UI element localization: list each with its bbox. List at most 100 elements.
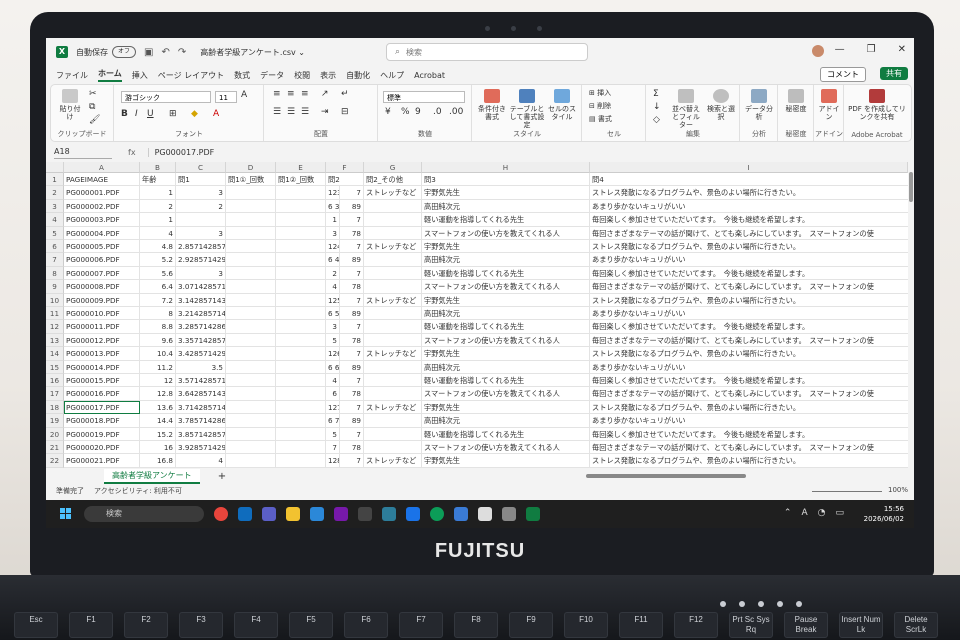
table-cell[interactable]: 3.928571429 — [176, 441, 226, 455]
tab-page-layout[interactable]: ページ レイアウト — [158, 70, 224, 81]
row-number[interactable]: 3 — [46, 199, 64, 214]
row-number[interactable]: 7 — [46, 253, 64, 267]
file-explorer-icon[interactable] — [286, 507, 300, 521]
table-cell[interactable]: 宇野気先生 — [422, 400, 590, 415]
app2-icon[interactable] — [406, 507, 420, 521]
table-cell[interactable]: 78 — [340, 280, 364, 294]
table-cell[interactable] — [276, 213, 326, 227]
table-cell[interactable]: 毎回さまざまなテーマの話が聞けて、とても楽しみにしています。 スマートフォンの使 — [590, 280, 908, 294]
merge-icon[interactable]: ⊟ — [341, 107, 349, 117]
row-number[interactable]: 14 — [46, 347, 64, 361]
table-cell[interactable]: あまり歩かないキュリがいい — [590, 253, 908, 267]
table-cell[interactable] — [226, 199, 276, 214]
table-cell[interactable]: あまり歩かないキュリがいい — [590, 361, 908, 374]
table-cell[interactable]: 3 — [176, 186, 226, 200]
table-cell[interactable]: 1 — [140, 213, 176, 227]
table-cell[interactable] — [276, 280, 326, 294]
column-header-c[interactable]: C — [176, 162, 226, 173]
table-cell[interactable]: 8 — [140, 307, 176, 321]
table-cell[interactable]: 6 — [326, 387, 340, 401]
row-number[interactable]: 16 — [46, 374, 64, 388]
table-cell[interactable]: 毎回楽しく参加させていただいてます。 今後も継続を希望します。 — [590, 213, 908, 227]
table-cell[interactable] — [226, 240, 276, 254]
add-sheet-button[interactable]: + — [218, 471, 226, 482]
table-cell[interactable]: PG000012.PDF — [64, 333, 140, 348]
table-cell[interactable] — [364, 414, 422, 428]
tab-home[interactable]: ホーム — [98, 68, 122, 82]
table-cell[interactable]: 毎回さまざまなテーマの話が聞けて、とても楽しみにしています。 スマートフォンの使 — [590, 387, 908, 401]
table-cell[interactable] — [364, 266, 422, 281]
table-cell[interactable]: ストレス発散になるプログラムや、景色のよい場所に行きたい。 — [590, 347, 908, 361]
table-cell[interactable]: 年齢 — [140, 173, 176, 187]
table-cell[interactable] — [276, 441, 326, 455]
battery-icon[interactable]: ▭ — [835, 508, 844, 518]
column-header-e[interactable]: E — [276, 162, 326, 173]
clock[interactable]: 15:56 2026/06/02 — [864, 504, 904, 524]
table-cell[interactable]: 宇野気先生 — [422, 293, 590, 307]
table-cell[interactable]: 7 — [326, 441, 340, 455]
app4-icon[interactable] — [502, 507, 516, 521]
tab-view[interactable]: 表示 — [320, 70, 336, 81]
tab-insert[interactable]: 挿入 — [132, 70, 148, 81]
increase-decimal-icon[interactable]: .0 — [433, 107, 442, 117]
table-cell[interactable] — [226, 293, 276, 307]
table-cell[interactable]: 7 — [340, 320, 364, 334]
table-cell[interactable]: 14.4 — [140, 414, 176, 428]
sheet-tab[interactable]: 高齢者学級アンケート — [104, 468, 200, 484]
row-number[interactable]: 19 — [46, 414, 64, 428]
table-cell[interactable] — [226, 226, 276, 240]
table-cell[interactable]: PG000011.PDF — [64, 320, 140, 334]
table-cell[interactable]: ストレス発散になるプログラムや、景色のよい場所に行きたい。 — [590, 186, 908, 200]
row-number[interactable]: 5 — [46, 226, 64, 240]
table-cell[interactable]: PAGEIMAGE — [64, 173, 140, 187]
ime-icon[interactable]: A — [801, 508, 807, 518]
table-cell[interactable]: スマートフォンの使い方を教えてくれる人 — [422, 387, 590, 401]
table-cell[interactable]: 3.071428571 — [176, 280, 226, 294]
table-cell[interactable] — [226, 454, 276, 468]
select-all-corner[interactable] — [46, 162, 64, 173]
table-cell[interactable] — [276, 186, 326, 200]
row-number[interactable]: 11 — [46, 307, 64, 321]
table-cell[interactable] — [226, 213, 276, 227]
align-left-icon[interactable]: ☰ — [273, 107, 281, 117]
font-name-select[interactable]: 游ゴシック — [121, 91, 211, 103]
table-cell[interactable] — [364, 280, 422, 294]
table-cell[interactable]: 軽い運動を指導してくれる先生 — [422, 374, 590, 388]
table-cell[interactable]: 6 3 — [326, 199, 340, 214]
table-cell[interactable]: PG000005.PDF — [64, 240, 140, 254]
table-cell[interactable]: 問4 — [590, 173, 908, 187]
table-cell[interactable]: 宇野気先生 — [422, 454, 590, 468]
align-middle-icon[interactable]: ≡ — [287, 89, 295, 99]
teams-icon[interactable] — [262, 507, 276, 521]
table-cell[interactable]: 7 — [340, 293, 364, 307]
cut-icon[interactable]: ✂ — [89, 89, 97, 99]
table-cell[interactable]: ストレッチなど — [364, 347, 422, 361]
row-number[interactable]: 22 — [46, 454, 64, 468]
table-cell[interactable]: あまり歩かないキュリがいい — [590, 414, 908, 428]
table-cell[interactable]: 3.857142857 — [176, 427, 226, 441]
font-size-select[interactable]: 11 — [215, 91, 237, 103]
table-cell[interactable] — [364, 387, 422, 401]
row-number[interactable]: 21 — [46, 441, 64, 455]
autosave-toggle[interactable]: オフ — [112, 46, 136, 58]
table-cell[interactable] — [276, 374, 326, 388]
table-cell[interactable]: PG000009.PDF — [64, 293, 140, 307]
table-cell[interactable] — [364, 307, 422, 321]
table-cell[interactable]: 7 — [340, 213, 364, 227]
store-icon[interactable] — [358, 507, 372, 521]
table-cell[interactable]: 6.4 — [140, 280, 176, 294]
table-cell[interactable]: 126 — [326, 347, 340, 361]
search-box[interactable]: ⌕ 検索 — [386, 43, 588, 61]
tab-help[interactable]: ヘルプ — [380, 70, 404, 81]
table-cell[interactable] — [364, 253, 422, 267]
table-cell[interactable] — [276, 320, 326, 334]
table-cell[interactable]: PG000006.PDF — [64, 253, 140, 267]
outlook-icon[interactable] — [238, 507, 252, 521]
table-cell[interactable]: 89 — [340, 253, 364, 267]
table-cell[interactable]: ストレッチなど — [364, 293, 422, 307]
table-cell[interactable]: 8.8 — [140, 320, 176, 334]
vertical-scrollbar[interactable] — [908, 162, 914, 468]
table-cell[interactable]: 4 — [176, 454, 226, 468]
redo-icon[interactable]: ↷ — [178, 47, 186, 58]
row-number[interactable]: 15 — [46, 360, 64, 374]
